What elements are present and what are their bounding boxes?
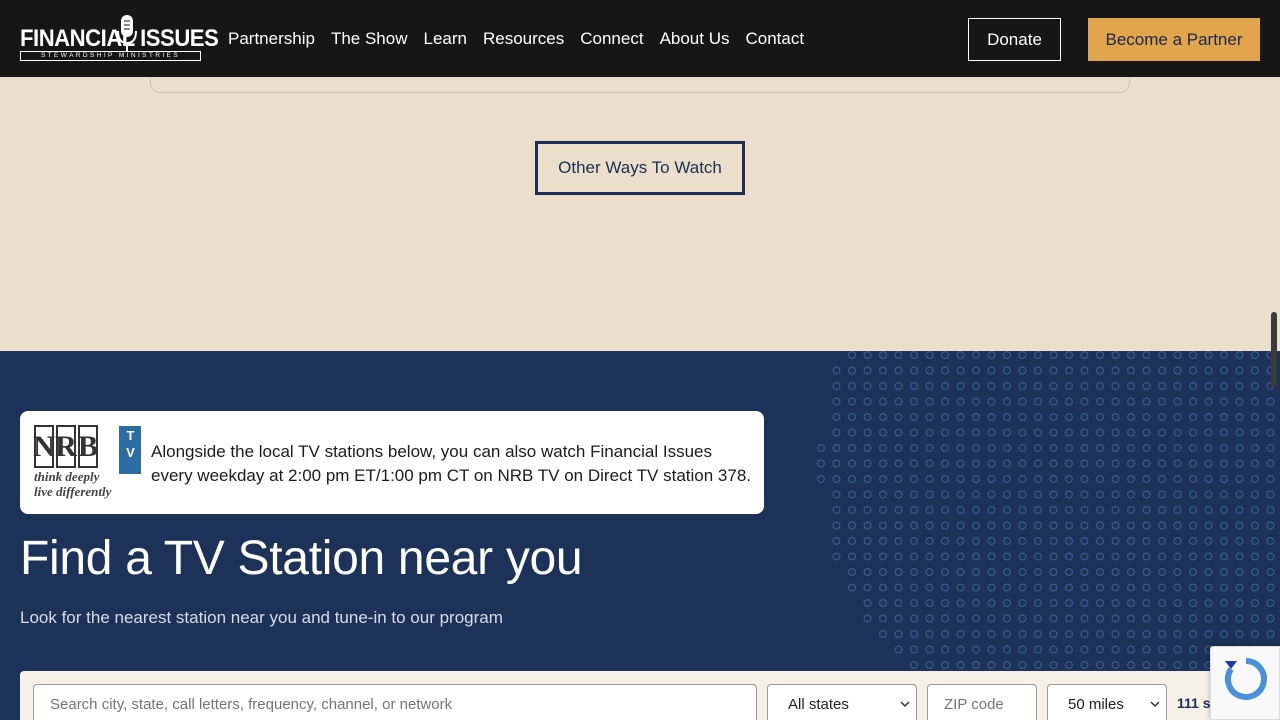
nrb-tagline-line-1: think deeply — [34, 469, 100, 484]
chevron-down-icon — [1150, 701, 1160, 708]
nrb-tv-card: N R B TV think deeply live differently A… — [20, 411, 764, 514]
nrb-tagline: think deeply live differently — [34, 469, 111, 499]
nrb-tagline-line-2: live differently — [34, 484, 112, 499]
nav-about-us[interactable]: About Us — [660, 29, 730, 49]
page-scrollbar-thumb[interactable] — [1271, 312, 1277, 388]
nrb-letter-n: N — [33, 425, 55, 468]
nrb-tv-description: Alongside the local TV stations below, y… — [151, 442, 752, 485]
nrb-tv-badge: TV — [119, 426, 141, 474]
other-ways-to-watch-button[interactable]: Other Ways To Watch — [535, 141, 745, 195]
recaptcha-icon — [1224, 658, 1267, 700]
zip-code-input[interactable] — [927, 684, 1037, 720]
station-search-panel: All states 50 miles 111 shown — [20, 671, 1260, 720]
logo-wordmark: FINANCIAL ISSUES — [20, 25, 219, 52]
find-station-title: Find a TV Station near you — [20, 532, 583, 585]
nrb-tv-logo: N R B TV think deeply live differently — [33, 425, 144, 501]
station-search-input[interactable] — [33, 684, 757, 720]
state-select-value: All states — [788, 695, 849, 713]
financial-issues-logo[interactable]: FINANCIAL ISSUES STEWARDSHIP MINISTRIES — [20, 13, 219, 63]
recaptcha-badge[interactable] — [1210, 646, 1280, 720]
find-station-subtitle: Look for the nearest station near you an… — [20, 608, 503, 627]
site-header: FINANCIAL ISSUES STEWARDSHIP MINISTRIES … — [0, 0, 1280, 77]
distance-select-value: 50 miles — [1068, 695, 1124, 713]
tv-station-finder-section: N R B TV think deeply live differently A… — [0, 351, 1280, 720]
nrb-tv-label: TV — [123, 428, 138, 462]
nav-the-show[interactable]: The Show — [331, 29, 408, 49]
dot-pattern-decoration — [816, 351, 1275, 670]
main-nav: Partnership The Show Learn Resources Con… — [228, 0, 820, 77]
nav-partnership[interactable]: Partnership — [228, 29, 315, 49]
nrb-letter-r: R — [55, 425, 77, 468]
nav-contact[interactable]: Contact — [746, 29, 805, 49]
logo-subtitle: STEWARDSHIP MINISTRIES — [20, 51, 201, 61]
nav-resources[interactable]: Resources — [483, 29, 564, 49]
nav-learn[interactable]: Learn — [423, 29, 466, 49]
nrb-letter-b: B — [78, 425, 98, 468]
donate-button[interactable]: Donate — [968, 18, 1061, 61]
chevron-down-icon — [900, 701, 910, 708]
nav-connect[interactable]: Connect — [580, 29, 643, 49]
state-select[interactable]: All states — [767, 684, 917, 720]
become-partner-button[interactable]: Become a Partner — [1088, 18, 1260, 61]
nrb-letters: N R B — [33, 425, 122, 468]
distance-select[interactable]: 50 miles — [1047, 684, 1167, 720]
